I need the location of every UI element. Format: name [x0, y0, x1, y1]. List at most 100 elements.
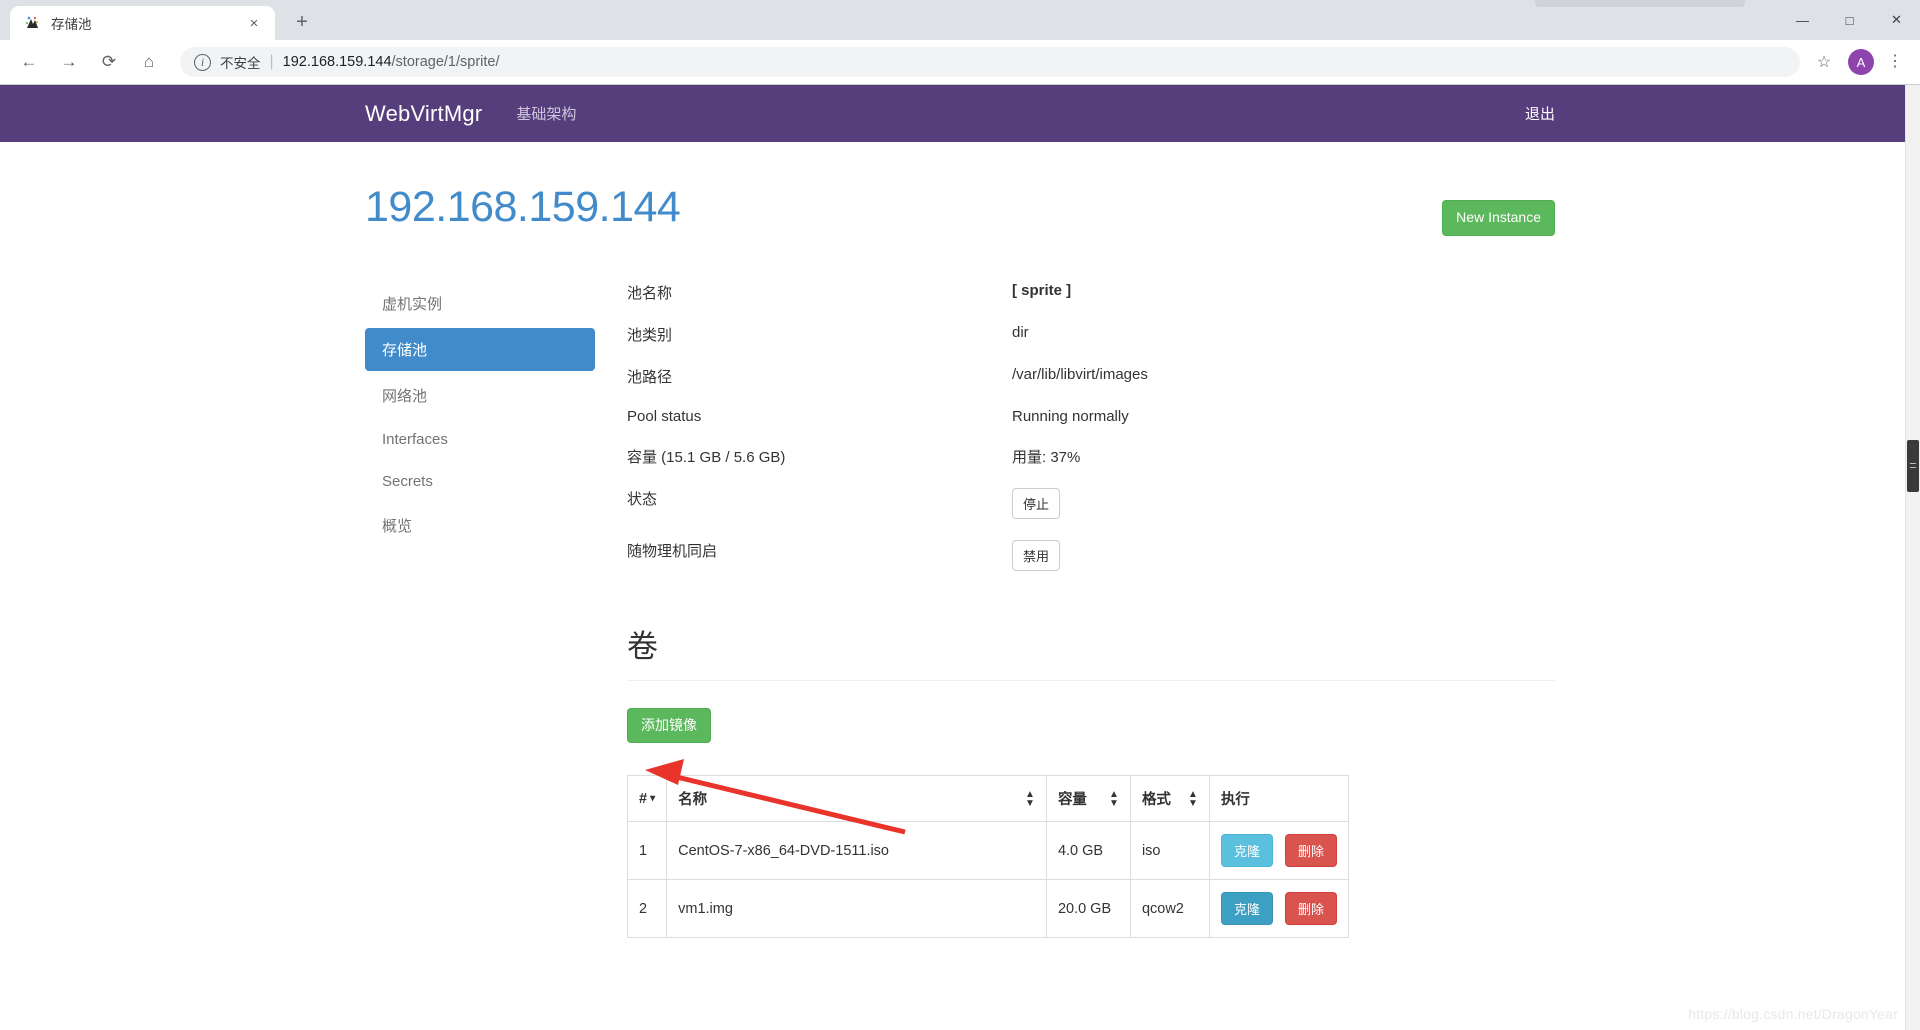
clone-volume-button[interactable]: 克隆	[1220, 834, 1273, 868]
cell-index: 1	[626, 821, 668, 881]
sidebar-nav: 虚机实例 存储池 网络池 Interfaces Secrets 概览	[365, 282, 595, 939]
forward-icon[interactable]: →	[52, 45, 86, 79]
toolbar-right: ☆ A ⋮	[1808, 49, 1908, 75]
detail-row-capacity: 容量 (15.1 GB / 5.6 GB) 用量: 37%	[627, 446, 1555, 467]
column-header-name-label: 名称	[678, 792, 708, 809]
table-row: 1 CentOS-7-x86_64-DVD-1511.iso 4.0 GB is…	[626, 821, 1350, 881]
logout-link[interactable]: 退出	[1525, 106, 1555, 123]
profile-avatar[interactable]: A	[1848, 49, 1874, 75]
cell-capacity: 20.0 GB	[1045, 879, 1131, 939]
bookmark-star-icon[interactable]: ☆	[1808, 52, 1840, 72]
disable-autostart-button[interactable]: 禁用	[1012, 539, 1061, 571]
column-header-actions-label: 执行	[1220, 792, 1250, 809]
sidebar-item-interfaces[interactable]: Interfaces	[365, 420, 595, 459]
detail-value: 停止	[1012, 487, 1555, 519]
cell-actions: 克隆 删除	[1208, 879, 1350, 939]
detail-label: 容量 (15.1 GB / 5.6 GB)	[627, 448, 786, 466]
new-tab-button[interactable]: +	[287, 7, 317, 37]
column-header-index[interactable]: # ▾	[626, 775, 668, 823]
browser-tab[interactable]: 存储池 ×	[10, 6, 275, 40]
volumes-heading: 卷	[627, 621, 1555, 681]
column-header-capacity[interactable]: 容量 ▲ ▼	[1045, 775, 1131, 823]
reload-icon[interactable]: ⟳	[92, 45, 126, 79]
volumes-table: # ▾ 名称 ▲ ▼ 容量 ▲ ▼ 格式 ▲ ▼ 执行 1 CentOS-7-x…	[626, 775, 1350, 939]
delete-volume-button[interactable]: 删除	[1284, 892, 1337, 926]
cell-name: vm1.img	[666, 879, 1047, 939]
window-minimize-button[interactable]: —	[1779, 0, 1826, 40]
column-header-index-label: #	[639, 790, 648, 807]
column-header-actions: 执行	[1208, 775, 1350, 823]
detail-row-pool-name: 池名称 [ sprite ]	[627, 282, 1555, 303]
app-brand[interactable]: WebVirtMgr	[365, 101, 482, 127]
tab-title: 存储池	[51, 17, 92, 32]
background-window-edge	[1535, 0, 1745, 7]
sidebar-item-instances[interactable]: 虚机实例	[365, 282, 595, 325]
detail-value: 用量: 37%	[1012, 448, 1081, 466]
info-icon[interactable]: i	[194, 53, 211, 71]
webvirtmgr-favicon-icon	[24, 15, 41, 32]
window-close-button[interactable]: ✕	[1873, 0, 1920, 40]
detail-value: Running normally	[1012, 407, 1129, 425]
back-icon[interactable]: ←	[12, 45, 46, 79]
cell-name: CentOS-7-x86_64-DVD-1511.iso	[666, 821, 1047, 881]
detail-value: 禁用	[1012, 539, 1555, 571]
stop-pool-button[interactable]: 停止	[1012, 487, 1061, 519]
omnibox-separator: |	[269, 53, 274, 70]
add-image-button[interactable]: 添加镜像	[627, 707, 711, 744]
pool-detail-list: 池名称 [ sprite ] 池类别 dir 池路径 /var/lib/libv…	[627, 282, 1555, 571]
address-bar[interactable]: i 不安全 | 192.168.159.144/storage/1/sprite…	[180, 47, 1800, 77]
clone-volume-button[interactable]: 克隆	[1220, 892, 1273, 926]
page-viewport: WebVirtMgr 基础架构 退出 192.168.159.144 New I…	[0, 85, 1920, 1030]
sort-icon: ▲ ▼	[1188, 788, 1198, 809]
url-text: 192.168.159.144/storage/1/sprite/	[283, 54, 500, 70]
table-header-row: # ▾ 名称 ▲ ▼ 容量 ▲ ▼ 格式 ▲ ▼ 执行	[626, 775, 1350, 823]
sort-icon: ▲ ▼	[1109, 788, 1119, 809]
delete-volume-button[interactable]: 删除	[1284, 834, 1337, 868]
detail-row-state: 状态 停止	[627, 487, 1555, 519]
sidebar-item-storage-pools[interactable]: 存储池	[365, 327, 595, 371]
sort-icon: ▲ ▼	[1025, 788, 1035, 809]
tab-close-icon[interactable]: ×	[243, 12, 265, 34]
detail-value: dir	[1012, 323, 1029, 341]
detail-row-autostart: 随物理机同启 禁用	[627, 539, 1555, 571]
watermark-text: https://blog.csdn.net/DragonYear	[1688, 1006, 1898, 1022]
column-header-name[interactable]: 名称 ▲ ▼	[666, 775, 1047, 823]
browser-menu-icon[interactable]: ⋮	[1882, 54, 1908, 70]
detail-label: 状态	[627, 490, 658, 508]
sidebar-item-network-pools[interactable]: 网络池	[365, 374, 595, 417]
cell-actions: 克隆 删除	[1208, 821, 1350, 881]
nav-right-group: 退出	[1525, 103, 1555, 124]
column-header-format[interactable]: 格式 ▲ ▼	[1129, 775, 1210, 823]
detail-label: 池类别	[627, 326, 673, 344]
detail-label: 池名称	[627, 284, 673, 302]
caret-down-icon: ▾	[650, 793, 656, 805]
detail-row-pool-status: Pool status Running normally	[627, 408, 1555, 425]
new-instance-button[interactable]: New Instance	[1442, 200, 1555, 236]
volumes-table-head: # ▾ 名称 ▲ ▼ 容量 ▲ ▼ 格式 ▲ ▼ 执行	[626, 775, 1350, 823]
page-scrollbar[interactable]	[1905, 85, 1920, 1030]
security-label: 不安全	[220, 56, 261, 71]
sidebar-item-overview[interactable]: 概览	[365, 504, 595, 547]
window-maximize-button[interactable]: □	[1826, 0, 1873, 40]
detail-label: Pool status	[627, 407, 702, 425]
column-header-format-label: 格式	[1141, 792, 1171, 809]
browser-toolbar: ← → ⟳ ⌂ i 不安全 | 192.168.159.144/storage/…	[0, 40, 1920, 85]
scrollbar-thumb[interactable]	[1907, 440, 1919, 492]
home-icon[interactable]: ⌂	[132, 45, 166, 79]
volumes-table-body: 1 CentOS-7-x86_64-DVD-1511.iso 4.0 GB is…	[626, 821, 1350, 939]
page-header: 192.168.159.144 New Instance	[365, 183, 1555, 236]
page-title: 192.168.159.144	[365, 183, 681, 231]
cell-index: 2	[626, 879, 668, 939]
sidebar-item-secrets[interactable]: Secrets	[365, 462, 595, 501]
pool-detail-panel: 池名称 [ sprite ] 池类别 dir 池路径 /var/lib/libv…	[595, 282, 1555, 939]
pool-name-value: [ sprite ]	[1012, 281, 1072, 299]
table-row: 2 vm1.img 20.0 GB qcow2 克隆 删除	[626, 879, 1350, 939]
column-header-capacity-label: 容量	[1057, 792, 1087, 809]
window-controls: — □ ✕	[1779, 0, 1920, 40]
nav-item-infrastructure[interactable]: 基础架构	[516, 103, 576, 124]
tab-strip: 存储池 × + — □ ✕	[0, 0, 1920, 40]
detail-label: 随物理机同启	[627, 542, 718, 560]
cell-format: qcow2	[1129, 879, 1210, 939]
detail-value: [ sprite ]	[1012, 282, 1555, 303]
detail-value: /var/lib/libvirt/images	[1012, 365, 1148, 383]
